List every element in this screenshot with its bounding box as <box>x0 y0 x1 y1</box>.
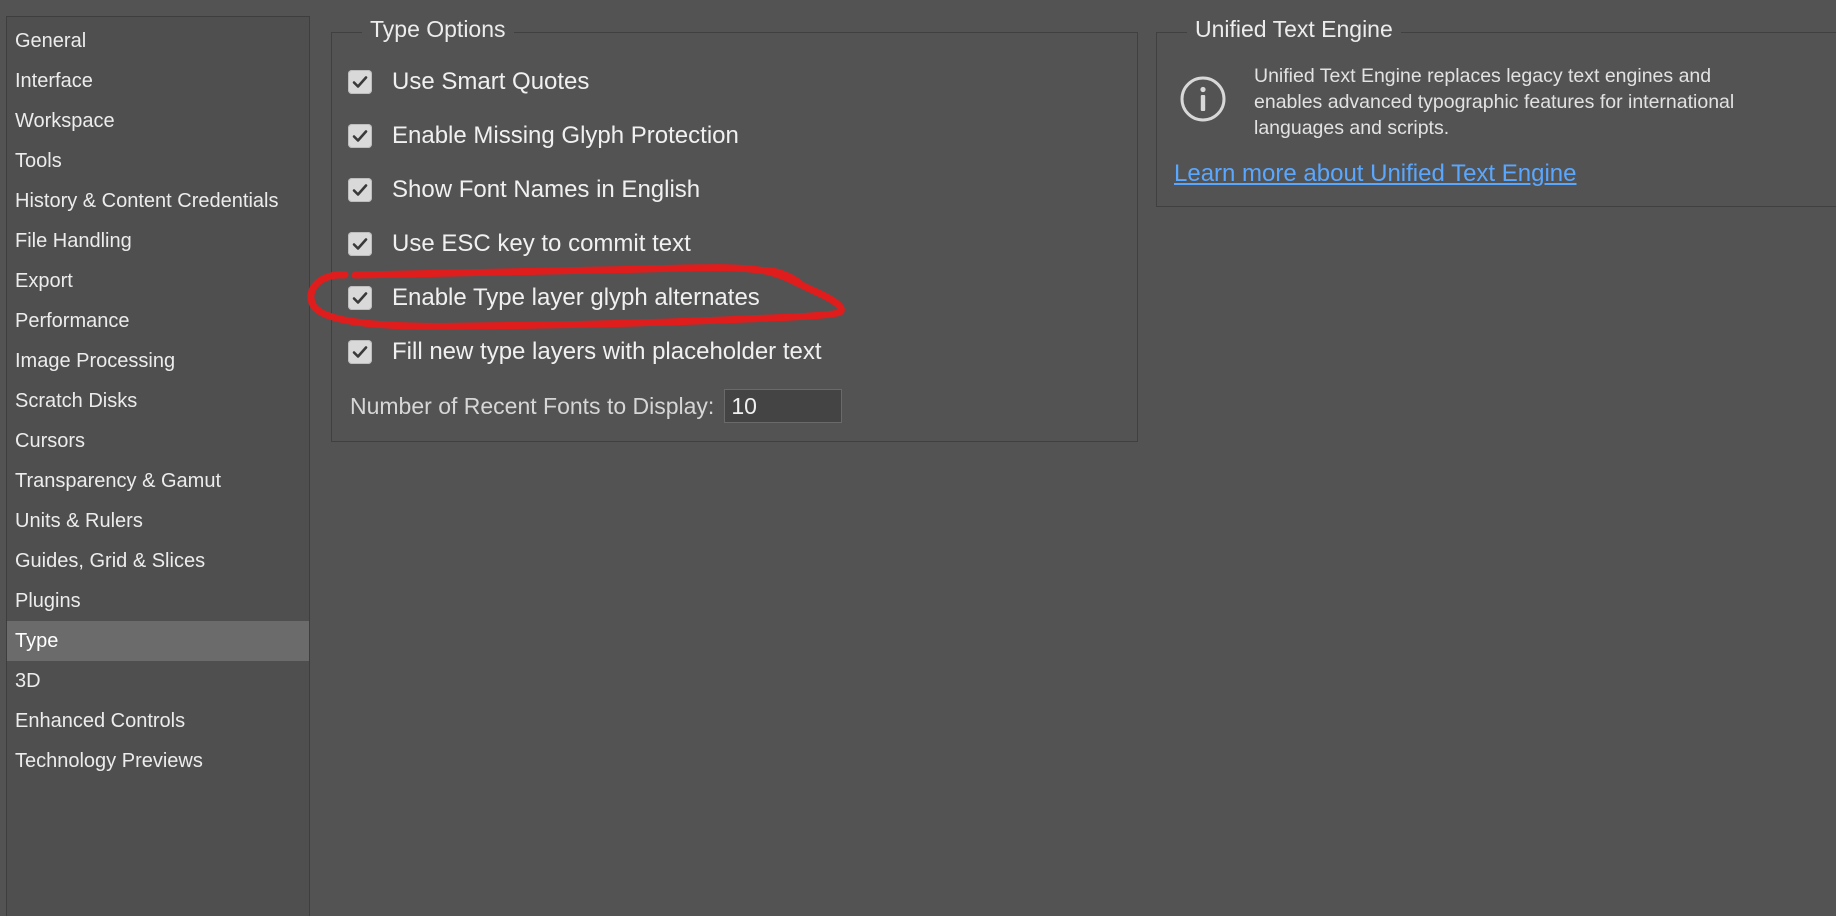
sidebar-item-history-content-credentials[interactable]: History & Content Credentials <box>7 181 309 221</box>
checkbox-row-smart-quotes[interactable]: Use Smart Quotes <box>348 67 589 97</box>
sidebar-item-3d[interactable]: 3D <box>7 661 309 701</box>
font-names-english-checkbox[interactable] <box>348 178 372 202</box>
type-options-title: Type Options <box>362 15 514 43</box>
checkbox-row-esc-commit[interactable]: Use ESC key to commit text <box>348 229 691 259</box>
missing-glyph-protection-label: Enable Missing Glyph Protection <box>392 122 739 149</box>
checkmark-icon <box>352 346 368 358</box>
preferences-sidebar: General Interface Workspace Tools Histor… <box>6 16 310 916</box>
sidebar-item-interface[interactable]: Interface <box>7 61 309 101</box>
esc-commit-label: Use ESC key to commit text <box>392 230 691 257</box>
glyph-alternates-checkbox[interactable] <box>348 286 372 310</box>
sidebar-item-type[interactable]: Type <box>7 621 309 661</box>
checkmark-icon <box>352 184 368 196</box>
sidebar-item-file-handling[interactable]: File Handling <box>7 221 309 261</box>
missing-glyph-protection-checkbox[interactable] <box>348 124 372 148</box>
sidebar-item-workspace[interactable]: Workspace <box>7 101 309 141</box>
type-options-group: Type Options Use Smart Quotes Enable Mis… <box>331 15 1138 442</box>
smart-quotes-label: Use Smart Quotes <box>392 68 590 95</box>
checkmark-icon <box>352 130 368 142</box>
sidebar-item-transparency-gamut[interactable]: Transparency & Gamut <box>7 461 309 501</box>
sidebar-item-performance[interactable]: Performance <box>7 301 309 341</box>
esc-commit-checkbox[interactable] <box>348 232 372 256</box>
checkbox-row-placeholder-text[interactable]: Fill new type layers with placeholder te… <box>348 337 822 367</box>
sidebar-item-scratch-disks[interactable]: Scratch Disks <box>7 381 309 421</box>
unified-text-engine-title: Unified Text Engine <box>1187 15 1401 43</box>
glyph-alternates-label: Enable Type layer glyph alternates <box>392 284 760 311</box>
sidebar-item-guides-grid-slices[interactable]: Guides, Grid & Slices <box>7 541 309 581</box>
font-names-english-label: Show Font Names in English <box>392 176 701 203</box>
checkmark-icon <box>352 76 368 88</box>
sidebar-item-tools[interactable]: Tools <box>7 141 309 181</box>
checkmark-icon <box>352 292 368 304</box>
unified-text-engine-group: Unified Text Engine Unified Text Engine … <box>1156 15 1836 207</box>
placeholder-text-checkbox[interactable] <box>348 340 372 364</box>
checkbox-row-missing-glyph-protection[interactable]: Enable Missing Glyph Protection <box>348 121 739 151</box>
sidebar-list: General Interface Workspace Tools Histor… <box>7 17 309 781</box>
smart-quotes-checkbox[interactable] <box>348 70 372 94</box>
sidebar-item-cursors[interactable]: Cursors <box>7 421 309 461</box>
checkbox-row-glyph-alternates[interactable]: Enable Type layer glyph alternates <box>348 283 760 313</box>
checkmark-icon <box>352 238 368 250</box>
info-icon <box>1180 76 1226 122</box>
sidebar-item-plugins[interactable]: Plugins <box>7 581 309 621</box>
unified-text-engine-description: Unified Text Engine replaces legacy text… <box>1254 65 1735 139</box>
recent-fonts-row: Number of Recent Fonts to Display: <box>350 388 843 424</box>
sidebar-item-general[interactable]: General <box>7 21 309 61</box>
recent-fonts-label: Number of Recent Fonts to Display: <box>350 392 715 419</box>
sidebar-item-image-processing[interactable]: Image Processing <box>7 341 309 381</box>
sidebar-item-technology-previews[interactable]: Technology Previews <box>7 741 309 781</box>
placeholder-text-label: Fill new type layers with placeholder te… <box>392 338 822 365</box>
recent-fonts-input[interactable] <box>724 389 843 423</box>
sidebar-item-units-rulers[interactable]: Units & Rulers <box>7 501 309 541</box>
checkbox-row-font-names-english[interactable]: Show Font Names in English <box>348 175 700 205</box>
learn-more-link[interactable]: Learn more about Unified Text Engine <box>1174 160 1576 188</box>
sidebar-item-export[interactable]: Export <box>7 261 309 301</box>
sidebar-item-enhanced-controls[interactable]: Enhanced Controls <box>7 701 309 741</box>
